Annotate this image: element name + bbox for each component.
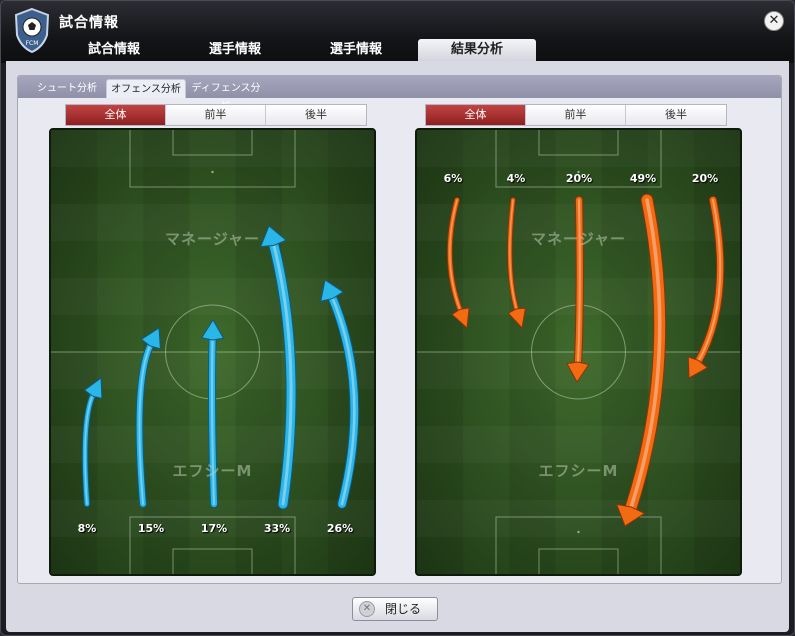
left-segment-second-half[interactable]: 後半 xyxy=(266,105,366,125)
match-info-window: FCM 試合情報 ✕ 試合情報 選手情報 選手情報 結果分析 シュート分析 オフ… xyxy=(0,0,795,636)
offense-pitch: マネージャー エフシーM 8% 15% 17% 33% 26% xyxy=(49,128,376,576)
top-team-label: マネージャー xyxy=(531,230,626,248)
close-button[interactable]: ✕ 閉じる xyxy=(352,597,438,621)
offense-lane-5-percent: 26% xyxy=(326,522,354,535)
right-period-selector: 全体 前半 後半 xyxy=(425,104,727,126)
defense-lane-2-percent: 4% xyxy=(506,172,526,185)
offense-lane-2-percent: 15% xyxy=(137,522,165,535)
offense-lane-3-percent: 17% xyxy=(200,522,228,535)
offense-lane-1-percent: 8% xyxy=(77,522,97,535)
defense-lane-4-percent: 49% xyxy=(629,172,657,185)
content-area: シュート分析 オフェンス分析 ディフェンス分析 全体 前半 後半 全体 前半 後… xyxy=(6,61,789,632)
analysis-panel: シュート分析 オフェンス分析 ディフェンス分析 全体 前半 後半 全体 前半 後… xyxy=(17,75,782,584)
title-bar: FCM 試合情報 ✕ 試合情報 選手情報 選手情報 結果分析 xyxy=(1,1,794,63)
left-period-selector: 全体 前半 後半 xyxy=(65,104,367,126)
defense-pitch-lines xyxy=(417,130,740,574)
top-team-label: マネージャー xyxy=(165,230,260,248)
close-button-label: 閉じる xyxy=(385,602,422,616)
left-segment-all[interactable]: 全体 xyxy=(66,105,166,125)
close-icon[interactable]: ✕ xyxy=(764,11,784,31)
subtab-shoot-analysis[interactable]: シュート分析 xyxy=(26,79,108,98)
offense-pitch-lines xyxy=(51,130,374,574)
svg-text:FCM: FCM xyxy=(26,40,39,47)
defense-lane-3-percent: 20% xyxy=(565,172,593,185)
tab-player-info-2[interactable]: 選手情報 xyxy=(297,39,415,61)
defense-pitch: マネージャー エフシーM 6% 4% 20% 49% 20% xyxy=(415,128,742,576)
tab-player-info-1[interactable]: 選手情報 xyxy=(176,39,294,61)
right-segment-first-half[interactable]: 前半 xyxy=(526,105,626,125)
club-logo: FCM xyxy=(13,7,51,54)
defense-lane-5-percent: 20% xyxy=(691,172,719,185)
sub-tab-bar: シュート分析 オフェンス分析 ディフェンス分析 xyxy=(18,76,781,113)
window-title: 試合情報 xyxy=(59,15,119,31)
bottom-team-label: エフシーM xyxy=(538,462,619,480)
tab-result-analysis[interactable]: 結果分析 xyxy=(418,39,536,61)
tab-match-info[interactable]: 試合情報 xyxy=(55,39,173,61)
right-segment-second-half[interactable]: 後半 xyxy=(626,105,726,125)
defense-lane-1-percent: 6% xyxy=(443,172,463,185)
bottom-team-label: エフシーM xyxy=(172,462,253,480)
right-segment-all[interactable]: 全体 xyxy=(426,105,526,125)
offense-lane-4-percent: 33% xyxy=(263,522,291,535)
subtab-defense-analysis[interactable]: ディフェンス分析 xyxy=(188,79,264,113)
close-icon: ✕ xyxy=(359,601,375,617)
left-segment-first-half[interactable]: 前半 xyxy=(166,105,266,125)
subtab-offense-analysis[interactable]: オフェンス分析 xyxy=(106,79,186,98)
